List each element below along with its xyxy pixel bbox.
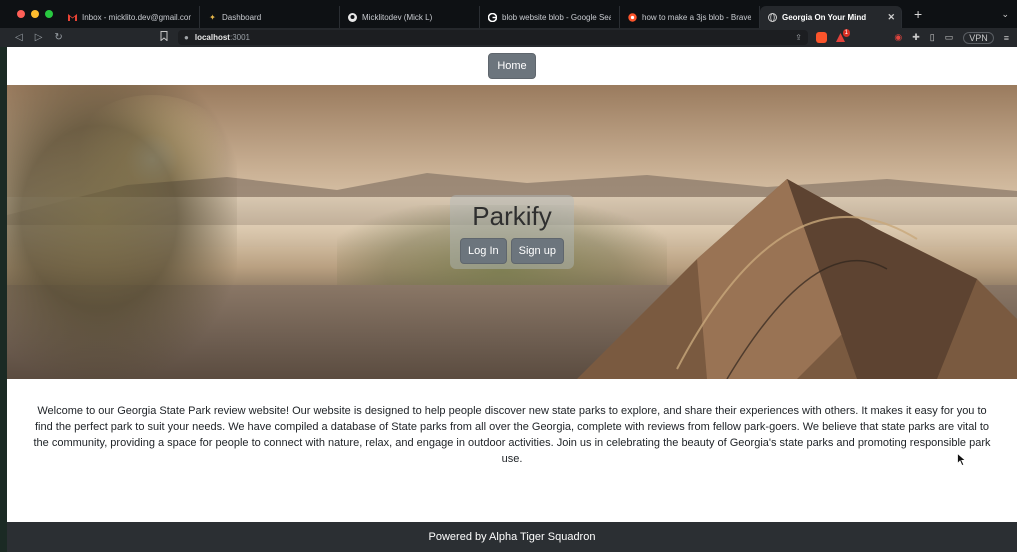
dashboard-icon: ✦ xyxy=(209,12,216,22)
home-button[interactable]: Home xyxy=(488,53,536,79)
new-tab-button[interactable]: + xyxy=(914,0,922,28)
tab-gmail[interactable]: Inbox - micklito.dev@gmail.com - G xyxy=(60,6,200,28)
tab-title: Dashboard xyxy=(222,12,262,22)
tab-list-chevron-icon[interactable]: ⌄ xyxy=(1001,9,1009,20)
login-button[interactable]: Log In xyxy=(460,238,507,264)
tab-dashboard[interactable]: ✦ Dashboard xyxy=(200,6,340,28)
tab-google-search[interactable]: blob website blob - Google Search xyxy=(480,6,620,28)
page-viewport: Home Parkify Log In Sign up Welcome to o… xyxy=(7,47,1017,552)
maximize-window-button[interactable] xyxy=(45,10,53,18)
intro-section: Welcome to our Georgia State Park review… xyxy=(7,379,1017,521)
brave-search-icon xyxy=(628,12,637,22)
signup-button[interactable]: Sign up xyxy=(510,238,564,264)
tab-title: Inbox - micklito.dev@gmail.com - G xyxy=(82,12,191,22)
navigation-controls: ◁ ▷ ↻ xyxy=(0,32,160,43)
address-bar[interactable]: ● localhost :3001 ⇪ xyxy=(178,30,808,45)
vpn-button[interactable]: VPN xyxy=(963,31,994,44)
tab-title: how to make a 3js blob - Brave Sea xyxy=(642,12,751,22)
tab-github[interactable]: Micklitodev (Mick L) xyxy=(340,6,480,28)
tab-georgia-on-your-mind[interactable]: Georgia On Your Mind ✕ xyxy=(760,6,902,28)
site-footer: Powered by Alpha Tiger Squadron xyxy=(7,522,1017,552)
toolbar-extensions: ◉ ✚ ▯ ▭ VPN ≡ xyxy=(894,31,1017,44)
tent-image xyxy=(577,179,1017,379)
gmail-icon xyxy=(68,13,77,22)
hero-card: Parkify Log In Sign up xyxy=(450,195,574,269)
hero-banner: Parkify Log In Sign up xyxy=(7,85,1017,379)
close-window-button[interactable] xyxy=(17,10,25,18)
minimize-window-button[interactable] xyxy=(31,10,39,18)
tab-strip: Inbox - micklito.dev@gmail.com - G ✦ Das… xyxy=(60,0,902,28)
record-extension-icon[interactable]: ◉ xyxy=(894,32,902,43)
site-navbar: Home xyxy=(7,47,1017,85)
url-host: localhost xyxy=(194,33,230,42)
share-icon[interactable]: ⇪ xyxy=(795,33,802,42)
tab-title: blob website blob - Google Search xyxy=(502,12,611,22)
window-controls xyxy=(0,10,60,18)
menu-icon[interactable]: ≡ xyxy=(1004,33,1009,43)
forward-icon[interactable]: ▷ xyxy=(35,32,43,43)
rewards-badge: 1 xyxy=(842,29,850,37)
google-icon xyxy=(488,12,497,22)
brave-rewards-icon[interactable]: 1 xyxy=(835,29,850,43)
intro-paragraph: Welcome to our Georgia State Park review… xyxy=(33,405,991,465)
extensions-icon[interactable]: ✚ xyxy=(912,32,920,43)
footer-text: Powered by Alpha Tiger Squadron xyxy=(428,531,596,543)
bookmark-icon[interactable] xyxy=(160,31,178,44)
browser-tab-bar: Inbox - micklito.dev@gmail.com - G ✦ Das… xyxy=(0,0,1017,28)
github-icon xyxy=(348,12,357,22)
site-info-icon[interactable]: ● xyxy=(184,33,189,42)
sidebar-icon[interactable]: ▯ xyxy=(930,32,935,43)
url-port: :3001 xyxy=(229,33,250,42)
foreground-trees xyxy=(7,85,237,379)
back-icon[interactable]: ◁ xyxy=(15,32,23,43)
auth-actions: Log In Sign up xyxy=(460,238,564,264)
wallet-icon[interactable]: ▭ xyxy=(945,32,954,43)
tab-title: Georgia On Your Mind xyxy=(782,12,867,22)
site-title: Parkify xyxy=(472,201,552,231)
brave-shields-icon[interactable] xyxy=(816,32,827,43)
reload-icon[interactable]: ↻ xyxy=(54,32,62,43)
tab-brave-search[interactable]: how to make a 3js blob - Brave Sea xyxy=(620,6,760,28)
globe-icon xyxy=(768,12,777,22)
mouse-cursor-icon xyxy=(957,453,967,466)
tab-title: Micklitodev (Mick L) xyxy=(362,12,433,22)
close-tab-icon[interactable]: ✕ xyxy=(887,12,895,23)
browser-toolbar: ◁ ▷ ↻ ● localhost :3001 ⇪ 1 ◉ ✚ ▯ ▭ VPN … xyxy=(0,28,1017,47)
